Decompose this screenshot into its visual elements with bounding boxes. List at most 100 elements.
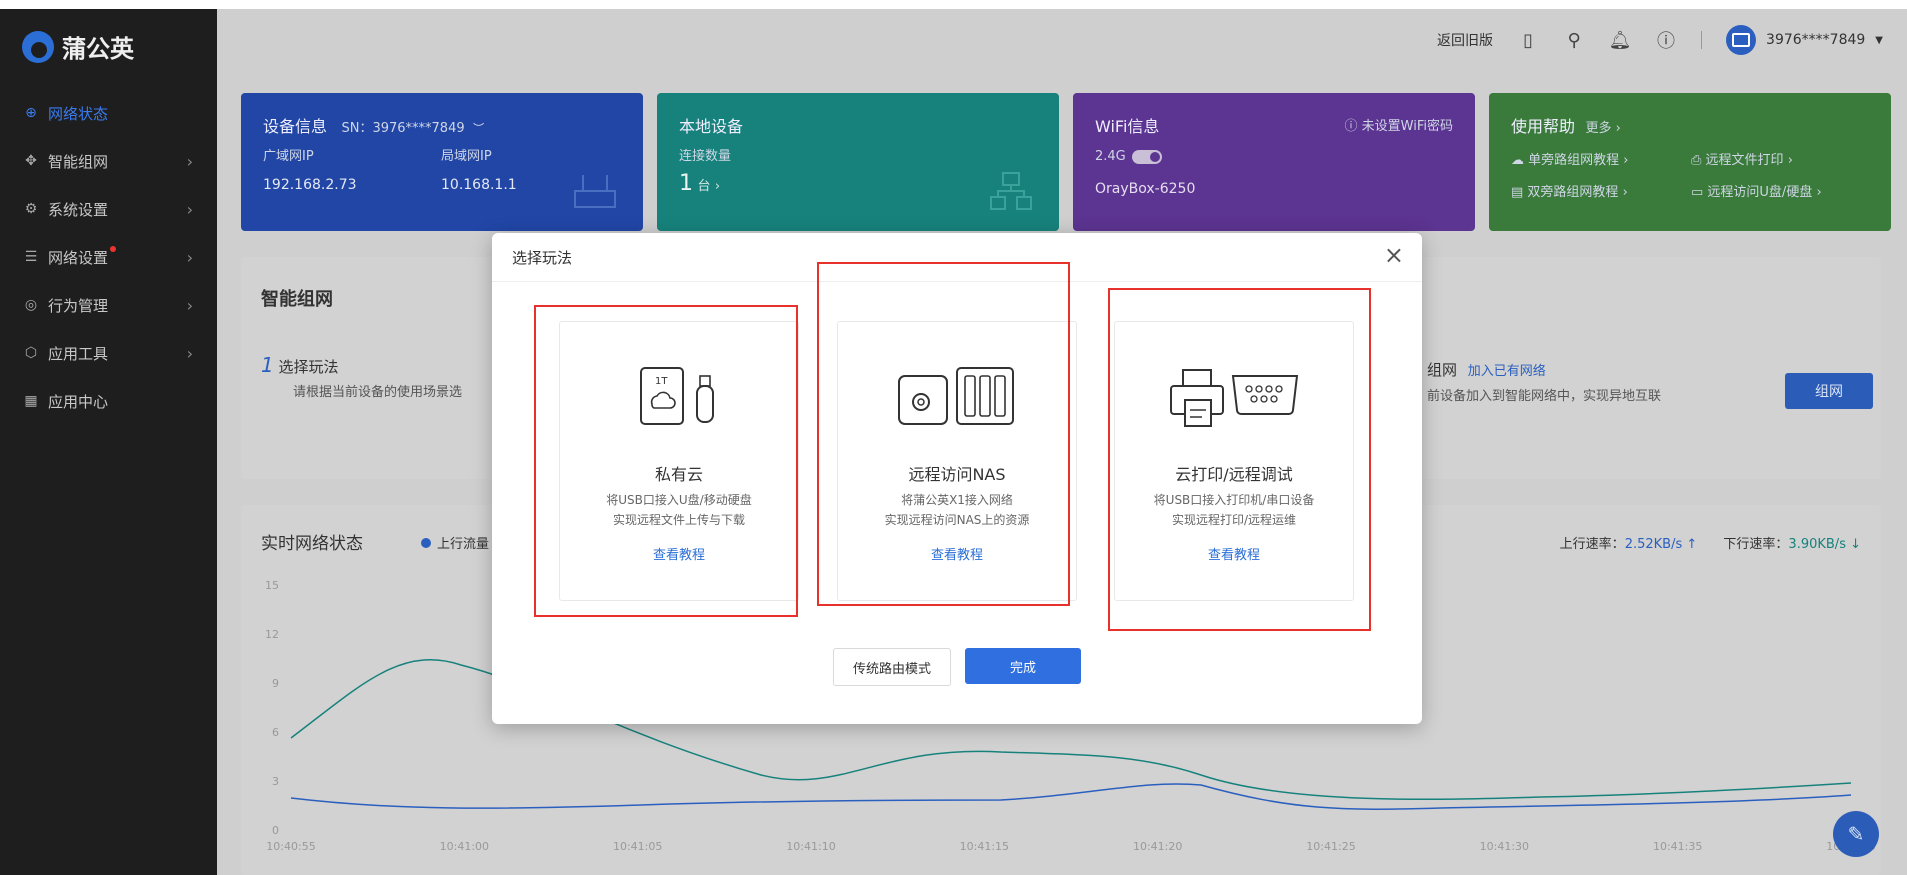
sidebar-item-behavior-management[interactable]: ◎ 行为管理 › xyxy=(0,281,217,329)
network-button[interactable]: 组网 xyxy=(1785,373,1873,409)
count-value: 1 xyxy=(679,171,693,196)
panel-title: 智能组网 xyxy=(261,289,333,310)
sidebar-item-label: 应用工具 xyxy=(48,344,109,363)
eye-icon: ◎ xyxy=(24,297,38,313)
highlight-box-remote-nas xyxy=(817,262,1070,606)
card-title: 本地设备 xyxy=(679,117,744,136)
sidebar-item-app-center[interactable]: ▦ 应用中心 xyxy=(0,377,217,425)
step-label-text: 选择玩法 xyxy=(278,358,339,376)
top-header: 返回旧版 ▯ ⚲ 🔔︎ ⓘ 3976****7849 ▼ xyxy=(217,9,1907,71)
step-label: 1 选择玩法 xyxy=(261,353,339,377)
y-tick-label: 3 xyxy=(272,775,279,788)
chevron-right-icon: › xyxy=(186,247,193,267)
lan-value: 10.168.1.1 xyxy=(441,177,517,193)
topology-icon xyxy=(990,172,1032,210)
help-link-text: 远程访问U盘/硬盘 xyxy=(1707,185,1813,200)
count-label: 连接数量 xyxy=(679,149,732,164)
bell-icon[interactable]: 🔔︎ xyxy=(1609,29,1632,51)
done-button[interactable]: 完成 xyxy=(965,648,1081,684)
rocket-icon[interactable]: ⚲ xyxy=(1563,29,1585,51)
network-icon: ✥ xyxy=(25,153,37,169)
highlight-box-private-cloud xyxy=(534,305,798,617)
router-icon xyxy=(574,175,616,208)
x-tick-label: 10:41:05 xyxy=(613,840,662,853)
notification-dot xyxy=(110,246,117,252)
chevron-right-icon: › xyxy=(186,343,193,363)
logo-icon xyxy=(22,30,54,63)
globe-icon: ⊕ xyxy=(25,105,37,121)
sidebar-item-network-settings[interactable]: ☰ 网络设置 › xyxy=(0,233,217,281)
x-tick-label: 10:41:00 xyxy=(440,840,489,853)
x-tick-label: 10:41:35 xyxy=(1653,840,1702,853)
wan-label: 广域网IP xyxy=(263,149,314,164)
wifi-warning-text: 未设置WiFi密码 xyxy=(1361,119,1453,134)
warning-icon: ⓘ xyxy=(1344,119,1358,134)
modal-title: 选择玩法 xyxy=(512,249,573,267)
header-divider xyxy=(1701,31,1703,49)
join-label: 组网 加入已有网络 xyxy=(1427,359,1546,380)
help-link-0[interactable]: ☁ 单旁路组网教程 › xyxy=(1511,149,1629,168)
y-tick-label: 15 xyxy=(265,579,279,592)
panel-title: 实时网络状态 xyxy=(261,534,363,554)
top-strip xyxy=(0,0,1907,9)
shield-icon: ⬡ xyxy=(24,345,38,361)
brand-logo[interactable]: 蒲公英 xyxy=(22,29,134,64)
close-icon[interactable]: × xyxy=(1384,241,1404,269)
user-menu[interactable]: 3976****7849 ▼ xyxy=(1726,25,1883,55)
user-id: 3976****7849 xyxy=(1766,32,1866,48)
sidebar-nav: ⊕ 网络状态 ✥ 智能组网 › ⚙ 系统设置 › ☰ 网络设置 › ◎ 行为管理… xyxy=(0,89,217,425)
wifi-ssid: OrayBox-6250 xyxy=(1095,181,1196,197)
chevron-right-icon: › xyxy=(186,295,193,315)
local-devices-card: 本地设备 连接数量 1 台 › xyxy=(657,93,1059,231)
sidebar-item-label: 应用中心 xyxy=(48,392,109,411)
phone-icon[interactable]: ▯ xyxy=(1517,29,1539,51)
help-card: 使用帮助 更多 › ☁ 单旁路组网教程 › ⎙ 远程文件打印 › ▤ 双旁路组网… xyxy=(1489,93,1891,231)
help-link-text: 远程文件打印 xyxy=(1705,153,1784,168)
sidebar-item-label: 系统设置 xyxy=(48,200,109,219)
up-traffic-line xyxy=(290,783,1852,810)
up-rate-value: 2.52KB/s xyxy=(1624,537,1683,552)
device-count[interactable]: 1 台 › xyxy=(679,171,720,196)
sidebar-item-network-status[interactable]: ⊕ 网络状态 xyxy=(0,89,217,137)
sidebar-item-app-tools[interactable]: ⬡ 应用工具 › xyxy=(0,329,217,377)
help-link-text: 双旁路组网教程 xyxy=(1527,185,1619,200)
down-rate-label: 下行速率： xyxy=(1723,537,1789,552)
rates: 上行速率：2.52KB/s ↑ 下行速率：3.90KB/s ↓ xyxy=(1559,537,1861,552)
help-icon[interactable]: ⓘ xyxy=(1655,29,1677,52)
help-link-2[interactable]: ▤ 双旁路组网教程 › xyxy=(1511,181,1628,200)
up-rate-label: 上行速率： xyxy=(1559,537,1625,552)
join-label-text: 组网 xyxy=(1427,361,1458,379)
x-tick-label: 10:41:25 xyxy=(1306,840,1355,853)
legend-up-text: 上行流量 xyxy=(437,537,490,552)
x-tick-label: 10:40:55 xyxy=(266,840,315,853)
eye-closed-icon[interactable]: ︶ xyxy=(473,122,484,135)
chevron-right-icon: › xyxy=(714,179,721,194)
feedback-button[interactable]: ✎ xyxy=(1833,811,1879,857)
help-link-3[interactable]: ▭ 远程访问U盘/硬盘 › xyxy=(1691,181,1822,200)
x-tick-label: 10:41:20 xyxy=(1133,840,1182,853)
wan-value: 192.168.2.73 xyxy=(263,177,357,193)
wifi-band: 2.4G xyxy=(1095,149,1126,164)
chevron-right-icon: › xyxy=(186,151,193,171)
more-text: 更多 xyxy=(1585,121,1612,136)
help-link-1[interactable]: ⎙ 远程文件打印 › xyxy=(1691,149,1793,168)
sidebar-item-system-settings[interactable]: ⚙ 系统设置 › xyxy=(0,185,217,233)
wifi-toggle[interactable] xyxy=(1131,149,1162,164)
traditional-router-mode-button[interactable]: 传统路由模式 xyxy=(833,648,951,686)
wifi-warning[interactable]: ⓘ 未设置WiFi密码 xyxy=(1345,115,1453,134)
sidebar-item-smart-network[interactable]: ✥ 智能组网 › xyxy=(0,137,217,185)
help-more-link[interactable]: 更多 › xyxy=(1585,121,1620,136)
card-title: 设备信息 xyxy=(263,117,328,136)
join-existing-link[interactable]: 加入已有网络 xyxy=(1468,364,1546,379)
y-tick-label: 12 xyxy=(265,628,279,641)
legend-up: 上行流量 xyxy=(421,533,489,552)
brand-name: 蒲公英 xyxy=(62,35,134,63)
avatar xyxy=(1726,25,1757,55)
device-info-card: 设备信息 SN：3976****7849 ︶ 广域网IP 192.168.2.7… xyxy=(241,93,643,231)
sidebar-item-label: 网络设置 xyxy=(48,248,109,267)
grid-icon: ▦ xyxy=(24,393,38,409)
x-tick-label: 10:41:30 xyxy=(1480,840,1529,853)
sidebar: 蒲公英 ⊕ 网络状态 ✥ 智能组网 › ⚙ 系统设置 › ☰ 网络设置 › ◎ … xyxy=(0,9,217,875)
back-old-version-link[interactable]: 返回旧版 xyxy=(1437,30,1493,50)
join-desc: 前设备加入到智能网络中，实现异地互联 xyxy=(1427,389,1662,404)
